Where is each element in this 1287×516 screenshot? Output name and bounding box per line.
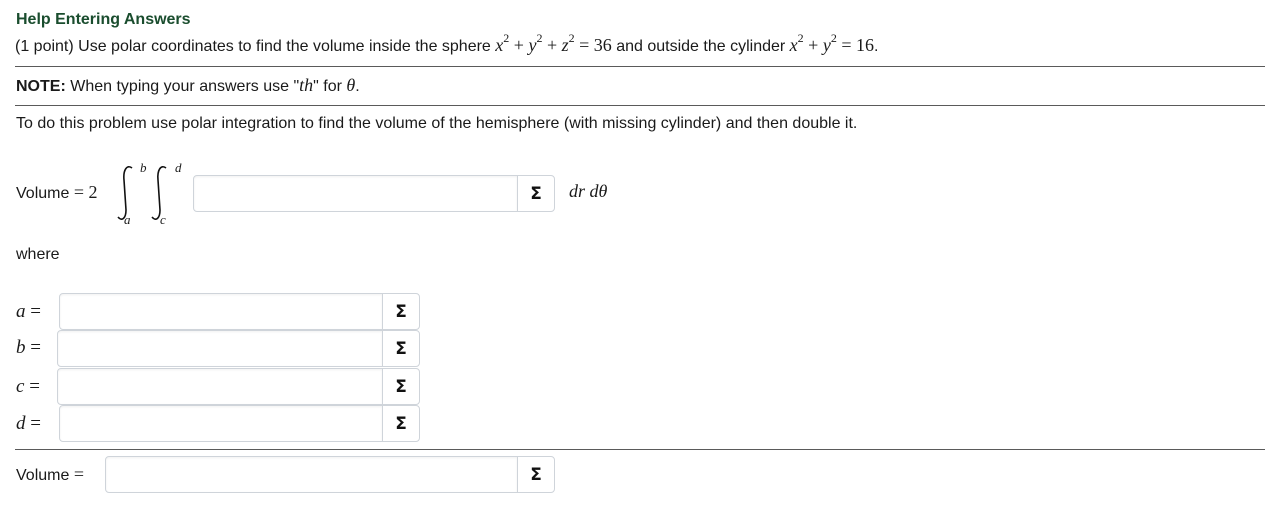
outer-upper-limit: b <box>140 160 147 175</box>
sphere-equation: x2 + y2 + z2 = 36 <box>495 31 612 55</box>
integrand-input[interactable] <box>193 175 518 212</box>
sigma-icon[interactable]: Σ <box>382 368 420 405</box>
note-th: th <box>299 75 314 95</box>
note-period: . <box>355 78 360 95</box>
note-line: NOTE: When typing your answers use "th" … <box>16 75 360 96</box>
divider <box>15 105 1265 106</box>
instruction-text: To do this problem use polar integration… <box>16 115 858 132</box>
final-equals-sign: = <box>73 464 84 484</box>
c-input[interactable] <box>57 368 383 405</box>
cylinder-equation: x2 + y2 = 16 <box>789 31 874 55</box>
inner-upper-limit: d <box>175 160 182 175</box>
var-label-a: a = <box>16 301 41 322</box>
final-volume-input[interactable] <box>105 456 518 493</box>
divider <box>15 66 1265 67</box>
var-label-b: b = <box>16 337 41 358</box>
problem-statement: (1 point) Use polar coordinates to find … <box>15 31 879 56</box>
note-theta: θ <box>346 75 356 95</box>
sigma-icon[interactable]: Σ <box>517 175 555 212</box>
note-text-mid: " for <box>313 78 342 95</box>
var-d-name: d <box>16 413 26 434</box>
divider <box>15 449 1265 450</box>
var-a-name: a <box>16 301 26 322</box>
where-label: where <box>16 246 60 263</box>
differentials: dr dθ <box>569 181 608 201</box>
coefficient: 2 <box>88 182 98 202</box>
var-label-c: c = <box>16 376 40 397</box>
inner-lower-limit: c <box>160 212 166 227</box>
equals-sign: = <box>73 182 84 202</box>
sigma-icon[interactable]: Σ <box>517 456 555 493</box>
d-input[interactable] <box>59 405 383 442</box>
final-volume-label: Volume = <box>16 464 84 485</box>
outer-lower-limit: a <box>124 212 131 227</box>
note-label: NOTE: <box>16 78 66 95</box>
note-text-before: When typing your answers use " <box>70 78 300 95</box>
sigma-icon[interactable]: Σ <box>382 405 420 442</box>
var-c-name: c <box>16 376 25 397</box>
problem-middle: and outside the cylinder <box>616 38 786 55</box>
volume-label: Volume = 2 <box>16 182 97 203</box>
b-input[interactable] <box>57 330 383 367</box>
final-volume-text: Volume <box>16 467 70 484</box>
sigma-icon[interactable]: Σ <box>382 293 420 330</box>
volume-label-text: Volume <box>16 185 70 202</box>
var-label-d: d = <box>16 413 41 434</box>
help-entering-answers-link[interactable]: Help Entering Answers <box>16 11 191 29</box>
var-b-name: b <box>16 337 26 358</box>
a-input[interactable] <box>59 293 383 330</box>
problem-period: . <box>873 38 879 55</box>
problem-intro: (1 point) Use polar coordinates to find … <box>15 38 491 55</box>
sigma-icon[interactable]: Σ <box>382 330 420 367</box>
